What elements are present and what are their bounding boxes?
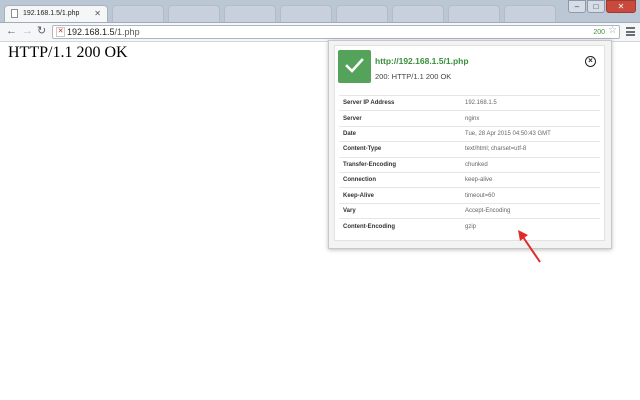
popup-card: http://192.168.1.5/1.php 200: HTTP/1.1 2… [334,45,605,241]
window-controls: – □ ✕ [567,0,636,14]
close-window-button[interactable]: ✕ [606,0,636,13]
url-host: 192.168.1.5 [67,27,115,37]
header-value: keep-alive [461,171,600,188]
reload-icon[interactable]: ↻ [37,25,46,38]
header-value: text/html; charset=utf-8 [461,141,600,158]
back-arrow-icon[interactable]: ← [6,25,17,38]
maximize-button[interactable]: □ [587,0,605,13]
table-row: Vary Accept-Encoding [339,202,600,219]
http-status-extension-badge[interactable]: 200 [593,27,605,39]
table-row: Connection keep-alive [339,171,600,188]
tab-background[interactable] [504,5,556,22]
close-circle-icon[interactable]: × [585,56,596,67]
header-name: Server [339,110,461,127]
header-name: Keep-Alive [339,187,461,204]
tab-background[interactable] [112,5,164,22]
red-arrow-icon [518,230,541,263]
table-row: Transfer-Encoding chunked [339,156,600,173]
bookmark-star-icon[interactable]: ☆ [608,25,617,37]
header-name: Content-Type [339,141,461,158]
tab-active[interactable]: 192.168.1.5/1.php ✕ [4,5,108,22]
page-icon [11,9,18,18]
check-icon [345,58,364,73]
tab-close-icon[interactable]: ✕ [94,9,101,18]
response-headers-table: Server IP Address 192.168.1.5 Server ngi… [339,94,600,235]
header-value: Accept-Encoding [461,202,600,219]
header-value: Tue, 28 Apr 2015 04:50:43 GMT [461,125,600,142]
header-value: chunked [461,156,600,173]
header-name: Date [339,125,461,142]
tab-strip: 192.168.1.5/1.php ✕ – □ ✕ [0,0,640,23]
address-bar[interactable]: ✕ 192.168.1.5/1.php 200 ☆ [52,25,620,39]
header-name: Transfer-Encoding [339,156,461,173]
header-name: Content-Encoding [339,218,461,235]
minimize-button[interactable]: – [568,0,586,13]
header-value: 192.168.1.5 [461,94,600,111]
header-value: nginx [461,110,600,127]
page-response-text: HTTP/1.1 200 OK [8,44,128,61]
table-row: Content-Encoding gzip [339,218,600,235]
page-error-icon: ✕ [56,27,65,37]
header-name: Connection [339,171,461,188]
table-row: Keep-Alive timeout=60 [339,187,600,204]
url-path: /1.php [114,27,140,37]
http-headers-popup: http://192.168.1.5/1.php 200: HTTP/1.1 2… [328,40,612,249]
tab-title: 192.168.1.5/1.php [23,10,80,17]
tab-background[interactable] [392,5,444,22]
table-row: Date Tue, 28 Apr 2015 04:50:43 GMT [339,125,600,142]
table-row: Content-Type text/html; charset=utf-8 [339,141,600,158]
tab-background[interactable] [280,5,332,22]
table-row: Server nginx [339,110,600,127]
header-value: timeout=60 [461,187,600,204]
url-text[interactable]: 192.168.1.5/1.php [67,26,140,38]
header-name: Server IP Address [339,94,461,111]
header-name: Vary [339,202,461,219]
menu-icon[interactable] [626,27,635,36]
table-row: Server IP Address 192.168.1.5 [339,94,600,111]
tab-background[interactable] [168,5,220,22]
success-tile [338,50,371,83]
forward-arrow-icon[interactable]: → [22,25,33,38]
popup-status-line: 200: HTTP/1.1 200 OK [375,72,452,81]
tab-background[interactable] [448,5,500,22]
tab-background[interactable] [336,5,388,22]
tab-background[interactable] [224,5,276,22]
popup-url[interactable]: http://192.168.1.5/1.php [375,56,469,66]
